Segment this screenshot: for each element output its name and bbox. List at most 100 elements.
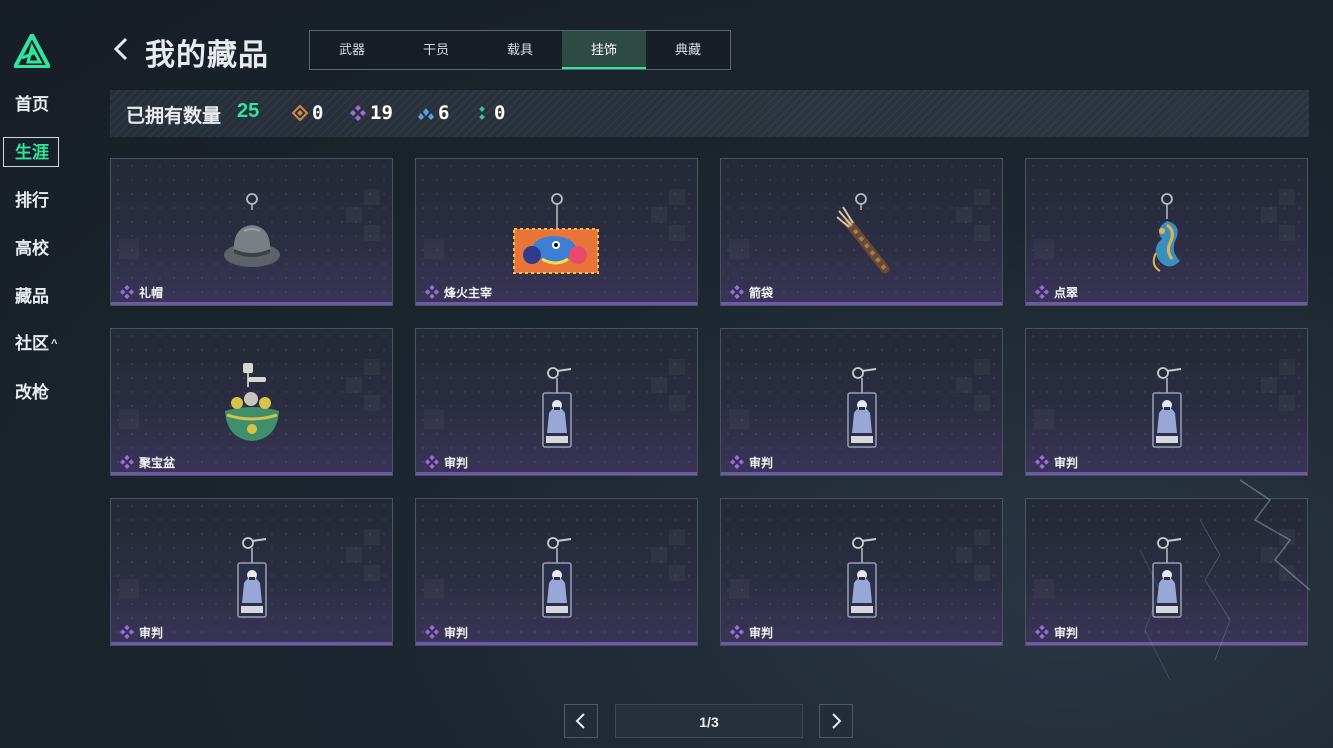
prev-page-button[interactable] — [564, 704, 598, 738]
item-name: 审判 — [444, 456, 469, 470]
tab-weapons[interactable]: 武器 — [310, 31, 394, 69]
top-hat-charm-image — [218, 193, 286, 280]
collection-item-card[interactable]: 点翠 — [1025, 158, 1308, 306]
card-pattern — [1034, 579, 1054, 599]
card-pattern — [729, 409, 749, 429]
item-name: 审判 — [1054, 456, 1079, 470]
purple-rarity-icon — [1035, 455, 1049, 474]
tab-charms[interactable]: 挂饰 — [562, 31, 646, 69]
card-pattern — [424, 579, 444, 599]
sidebar-item-label: 高校 — [15, 239, 49, 258]
item-name: 箭袋 — [749, 286, 774, 300]
page-indicator: 1/3 — [615, 704, 803, 738]
sidebar-item-label: 排行 — [15, 191, 49, 210]
purple-rarity-icon — [1035, 625, 1049, 644]
sidebar-item-gunsmith[interactable]: 改枪 — [0, 378, 62, 408]
sidebar-item-label: 社区 — [15, 334, 49, 353]
page-title: 我的藏品 — [145, 39, 269, 72]
next-page-button[interactable] — [819, 704, 853, 738]
judgment-card-charm-image — [537, 363, 577, 454]
card-pattern — [119, 239, 139, 259]
chevron-up-icon: ^ — [51, 338, 58, 350]
judgment-card-charm-image — [1147, 363, 1187, 454]
card-pattern — [424, 239, 444, 259]
purple-rarity-icon — [120, 455, 134, 474]
back-arrow-icon[interactable] — [110, 36, 132, 62]
owned-count-label: 已拥有数量 — [126, 106, 222, 127]
item-name: 审判 — [139, 626, 164, 640]
chevron-left-icon — [575, 713, 585, 729]
judgment-card-charm-image — [232, 533, 272, 624]
collection-item-card[interactable]: 审判 — [1025, 498, 1308, 646]
card-pattern — [729, 579, 749, 599]
card-pattern — [956, 359, 992, 411]
collection-item-card[interactable]: 聚宝盆 — [110, 328, 393, 476]
tab-classics[interactable]: 典藏 — [646, 31, 730, 69]
collection-item-card[interactable]: 礼帽 — [110, 158, 393, 306]
card-pattern — [346, 189, 382, 241]
sidebar-item-career[interactable]: 生涯 — [0, 137, 62, 168]
sidebar-item-community[interactable]: 社区 ^ — [0, 329, 62, 359]
purple-rarity-icon — [425, 455, 439, 474]
logo-icon[interactable] — [11, 30, 53, 69]
collection-item-card[interactable]: 审判 — [110, 498, 393, 646]
category-tabs: 武器 干员 载具 挂饰 典藏 — [309, 30, 731, 70]
purple-rarity-icon — [120, 625, 134, 644]
tier-count: 6 — [438, 102, 450, 124]
item-name: 点翠 — [1054, 286, 1079, 300]
sidebar-item-collection[interactable]: 藏品 — [0, 282, 62, 312]
collection-item-card[interactable]: 审判 — [720, 498, 1003, 646]
tier-count: 0 — [312, 102, 324, 124]
orange-diamond-icon — [292, 105, 308, 121]
sidebar-item-label: 改枪 — [15, 383, 49, 402]
card-pattern — [1034, 409, 1054, 429]
owned-count-value: 25 — [237, 100, 260, 122]
purple-rarity-icon — [730, 285, 744, 304]
collection-item-card[interactable]: 箭袋 — [720, 158, 1003, 306]
item-name: 审判 — [444, 626, 469, 640]
item-name: 聚宝盆 — [139, 456, 176, 470]
tier-count: 19 — [370, 102, 393, 124]
sidebar-item-ranking[interactable]: 排行 — [0, 186, 62, 216]
treasure-bowl-charm-image — [217, 363, 287, 450]
card-pattern — [424, 409, 444, 429]
collection-item-card[interactable]: 烽火主宰 — [415, 158, 698, 306]
sidebar-item-label: 首页 — [15, 95, 49, 114]
sidebar: 首页 生涯 排行 高校 藏品 社区 ^ 改枪 — [0, 0, 62, 748]
card-pattern — [1034, 239, 1054, 259]
tab-vehicles[interactable]: 载具 — [478, 31, 562, 69]
sidebar-item-label: 藏品 — [15, 287, 49, 306]
purple-diamond-icon — [350, 105, 366, 121]
purple-rarity-icon — [730, 625, 744, 644]
card-pattern — [1261, 529, 1297, 581]
card-pattern — [651, 189, 687, 241]
card-pattern — [1261, 359, 1297, 411]
tab-operators[interactable]: 干员 — [394, 31, 478, 69]
card-pattern — [119, 409, 139, 429]
blue-tri-icon — [418, 108, 434, 120]
purple-rarity-icon — [1035, 285, 1049, 304]
sidebar-item-home[interactable]: 首页 — [0, 90, 62, 120]
judgment-card-charm-image — [842, 363, 882, 454]
collection-item-card[interactable]: 审判 — [415, 498, 698, 646]
pagination: 1/3 — [0, 704, 1333, 740]
purple-rarity-icon — [425, 285, 439, 304]
card-pattern — [1261, 189, 1297, 241]
purple-rarity-icon — [730, 455, 744, 474]
card-pattern — [729, 239, 749, 259]
sidebar-item-university[interactable]: 高校 — [0, 234, 62, 264]
collection-item-card[interactable]: 审判 — [720, 328, 1003, 476]
purple-rarity-icon — [120, 285, 134, 304]
purple-rarity-icon — [425, 625, 439, 644]
card-pattern — [119, 579, 139, 599]
card-pattern — [346, 529, 382, 581]
item-name: 审判 — [1054, 626, 1079, 640]
collection-item-card[interactable]: 审判 — [1025, 328, 1308, 476]
tier-count: 0 — [494, 102, 506, 124]
judgment-card-charm-image — [842, 533, 882, 624]
card-pattern — [651, 529, 687, 581]
chevron-right-icon — [832, 713, 842, 729]
card-pattern — [346, 359, 382, 411]
card-pattern — [956, 529, 992, 581]
collection-item-card[interactable]: 审判 — [415, 328, 698, 476]
